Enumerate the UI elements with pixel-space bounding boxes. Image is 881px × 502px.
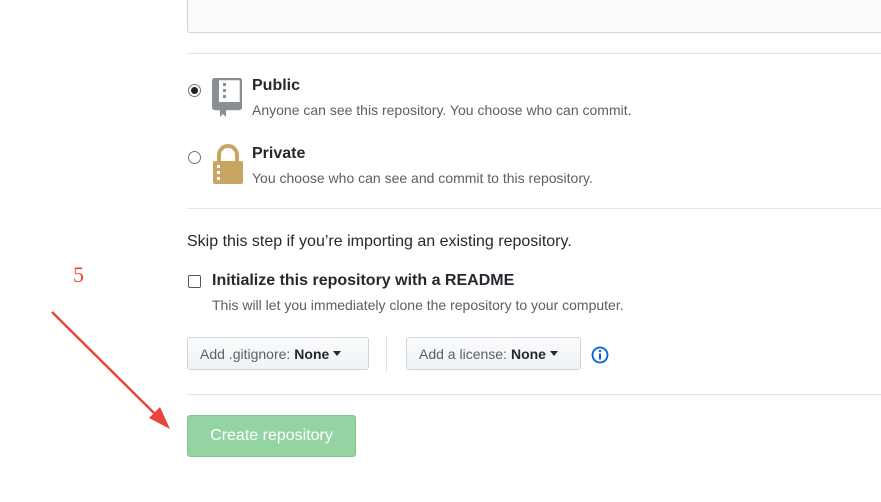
divider [187, 208, 881, 209]
caret-down-icon [549, 351, 558, 356]
annotation-arrow-icon [51, 311, 170, 429]
readme-description: This will let you immediately clone the … [212, 297, 624, 313]
license-value: None [510, 345, 546, 362]
gitignore-prefix: Add .gitignore: [200, 345, 291, 362]
public-radio[interactable] [188, 84, 201, 97]
info-icon[interactable] [591, 346, 609, 364]
private-description: You choose who can see and commit to thi… [252, 170, 593, 186]
annotation-number: 5 [73, 262, 84, 287]
description-input[interactable] [187, 0, 881, 33]
lock-icon [213, 144, 243, 184]
divider [187, 53, 881, 54]
divider [386, 336, 387, 372]
caret-down-icon [333, 351, 342, 356]
repo-book-icon [212, 78, 242, 117]
public-description: Anyone can see this repository. You choo… [252, 102, 632, 118]
divider [187, 394, 881, 395]
public-title[interactable]: Public [252, 77, 300, 95]
private-title[interactable]: Private [252, 145, 305, 163]
create-repository-button[interactable]: Create repository [187, 415, 356, 457]
readme-checkbox[interactable] [188, 275, 201, 288]
readme-label[interactable]: Initialize this repository with a README [212, 272, 514, 290]
gitignore-dropdown[interactable]: Add .gitignore: None [187, 337, 369, 370]
import-note: Skip this step if you’re importing an ex… [187, 233, 572, 250]
license-prefix: Add a license: [419, 345, 507, 362]
private-radio[interactable] [188, 151, 201, 164]
license-dropdown[interactable]: Add a license: None [406, 337, 581, 370]
gitignore-value: None [294, 345, 330, 362]
